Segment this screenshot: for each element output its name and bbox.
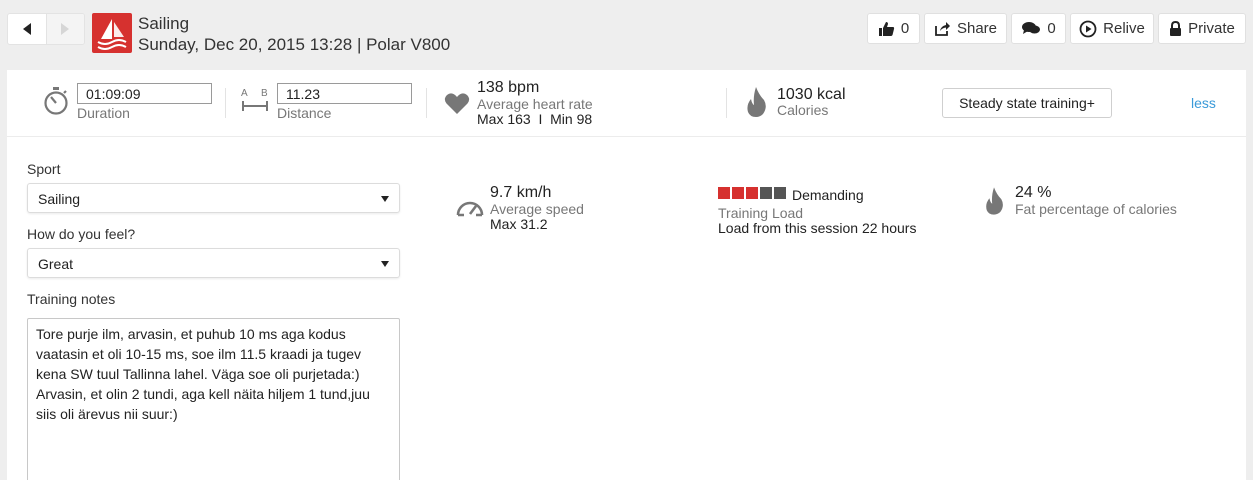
arrow-left-icon: [22, 23, 31, 35]
notes-field-label: Training notes: [27, 291, 116, 307]
less-link[interactable]: less: [1191, 95, 1216, 111]
training-load-square: [732, 187, 744, 199]
comments-icon: [1022, 22, 1041, 34]
feel-select[interactable]: Great: [27, 248, 400, 278]
divider: [726, 88, 727, 118]
share-icon: [935, 22, 950, 36]
comments-button[interactable]: 0: [1011, 13, 1066, 44]
lock-icon: [1170, 20, 1182, 36]
divider: [426, 88, 427, 118]
sailing-sport-icon: [92, 13, 132, 53]
training-benefit-button[interactable]: Steady state training+: [942, 88, 1112, 118]
training-load-bars: [718, 187, 786, 199]
distance-icon: A B: [241, 88, 269, 114]
next-button[interactable]: [45, 14, 84, 44]
summary-bar: 01:09:09 Duration A B 11.23 Distance 138…: [7, 70, 1246, 137]
calories-label: Calories: [777, 102, 829, 118]
speed-label: Average speed: [490, 201, 584, 217]
training-load-detail: Load from this session 22 hours: [718, 220, 917, 236]
training-load-square: [760, 187, 772, 199]
heart-rate-value: 138 bpm: [477, 79, 540, 96]
distance-input[interactable]: 11.23: [277, 83, 412, 104]
training-notes-textarea[interactable]: Tore purje ilm, arvasin, et puhub 10 ms …: [27, 318, 400, 480]
training-session-panel: 01:09:09 Duration A B 11.23 Distance 138…: [7, 70, 1246, 480]
privacy-label: Private: [1188, 20, 1235, 37]
sport-select-value: Sailing: [38, 191, 81, 207]
training-load-level: Demanding: [792, 187, 864, 203]
heart-rate-label: Average heart rate: [477, 96, 593, 112]
training-load-square: [746, 187, 758, 199]
feel-select-value: Great: [38, 256, 74, 272]
training-load-square: [774, 187, 786, 199]
chevron-down-icon: [381, 261, 389, 267]
duration-input[interactable]: 01:09:09: [77, 83, 212, 104]
session-subtitle: Sunday, Dec 20, 2015 13:28 | Polar V800: [138, 35, 451, 54]
training-load-label: Training Load: [718, 205, 804, 221]
thumbs-up-icon: [878, 21, 894, 36]
activity-nav: [7, 13, 85, 45]
share-button[interactable]: Share: [924, 13, 1007, 44]
share-label: Share: [956, 20, 998, 37]
sport-field-label: Sport: [27, 161, 61, 177]
like-count: 0: [900, 20, 910, 37]
relive-label: Relive: [1103, 20, 1145, 37]
privacy-button[interactable]: Private: [1158, 13, 1246, 44]
arrow-right-icon: [61, 23, 70, 35]
fat-percentage-label: Fat percentage of calories: [1015, 201, 1177, 217]
stopwatch-icon: [44, 87, 68, 115]
training-load-square: [718, 187, 730, 199]
previous-button[interactable]: [8, 14, 46, 44]
comment-count: 0: [1047, 20, 1056, 37]
sport-title: Sailing: [138, 14, 190, 33]
feel-field-label: How do you feel?: [27, 226, 136, 242]
heart-icon: [444, 93, 470, 114]
chevron-down-icon: [381, 196, 389, 202]
heart-rate-minmax: Max 163 I Min 98: [477, 111, 593, 127]
like-button[interactable]: 0: [867, 13, 920, 44]
fat-percentage-value: 24 %: [1015, 184, 1052, 201]
flame-icon: [986, 187, 1003, 215]
speedometer-icon: [456, 201, 484, 217]
divider: [225, 88, 226, 118]
play-circle-icon: [1079, 20, 1097, 37]
duration-label: Duration: [77, 105, 130, 121]
speed-value: 9.7 km/h: [490, 184, 552, 201]
relive-button[interactable]: Relive: [1070, 13, 1154, 44]
distance-label: Distance: [277, 105, 332, 121]
sport-select[interactable]: Sailing: [27, 183, 400, 213]
flame-icon: [747, 87, 766, 117]
speed-max: Max 31.2: [490, 216, 548, 232]
